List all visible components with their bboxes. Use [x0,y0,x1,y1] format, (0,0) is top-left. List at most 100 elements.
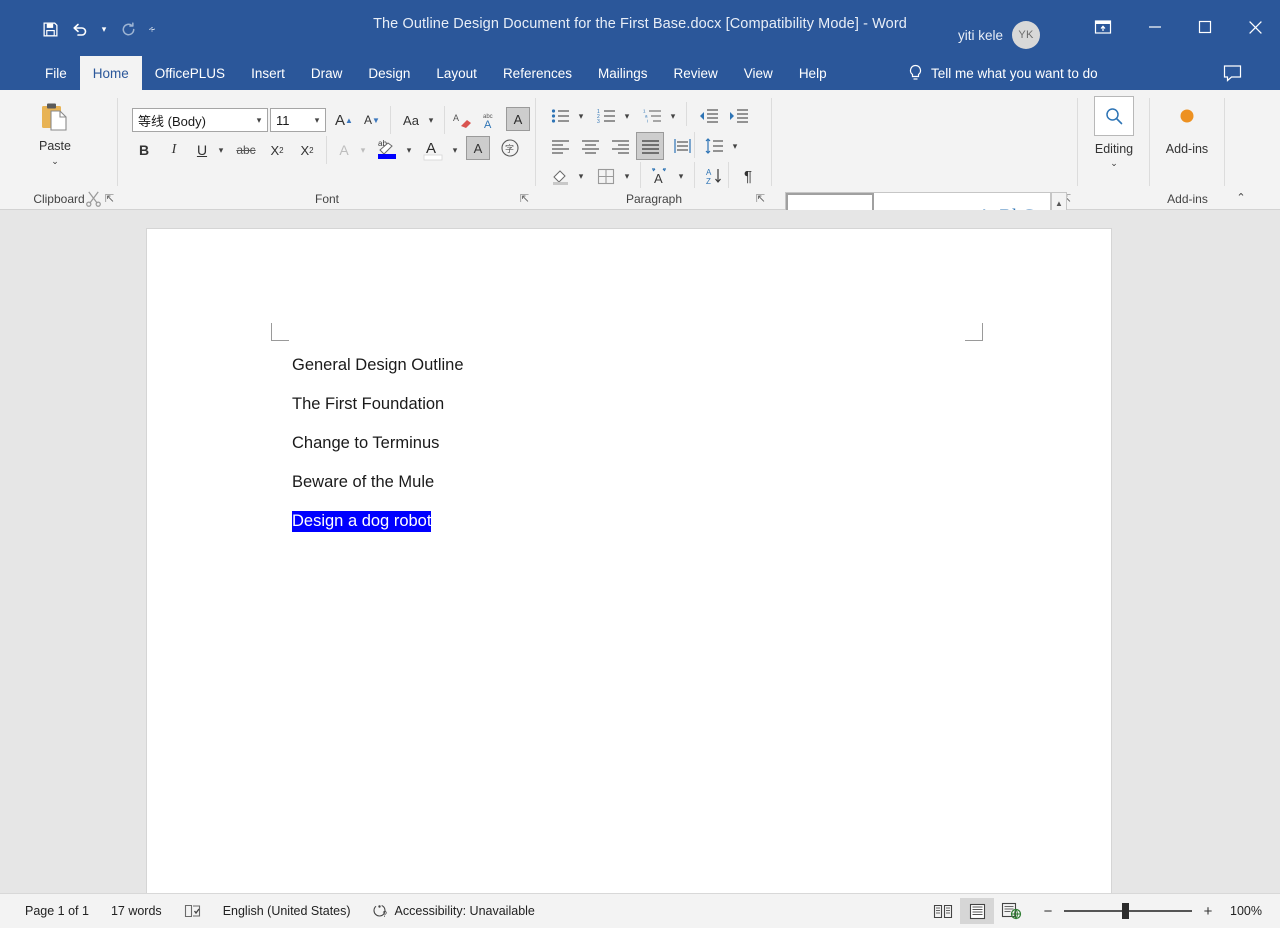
font-size-caret-icon[interactable]: ▾ [309,115,325,126]
document-line-selected[interactable]: Design a dog robot [292,511,992,532]
minimize-icon[interactable] [1130,8,1180,46]
maximize-icon[interactable] [1180,8,1230,46]
collapse-ribbon-button[interactable]: ⌃ [1230,187,1252,207]
editing-caret-icon[interactable]: ⌄ [1110,158,1118,169]
document-line[interactable]: The First Foundation [292,394,992,414]
asian-layout-button[interactable]: A [648,164,672,188]
line-spacing-button[interactable] [702,134,726,158]
word-count-status[interactable]: 17 words [111,904,162,918]
document-line[interactable]: Change to Terminus [292,433,992,453]
paste-caret-icon[interactable]: ⌄ [51,156,59,167]
strikethrough-button[interactable]: abc [232,138,260,162]
shading-button[interactable] [548,164,572,188]
subscript-button[interactable]: X2 [264,138,290,162]
zoom-slider[interactable] [1064,903,1192,919]
borders-caret-icon[interactable]: ▾ [620,164,634,188]
multilevel-list-button[interactable]: 1ai [640,104,664,128]
proofing-errors-icon[interactable] [184,903,201,919]
line-spacing-caret-icon[interactable]: ▾ [728,134,742,158]
decrease-indent-button[interactable] [696,104,720,128]
read-mode-icon[interactable] [926,898,960,924]
comments-icon[interactable] [1223,64,1242,87]
asian-layout-icon: A [652,168,666,185]
align-center-button[interactable] [578,134,602,158]
page-number-status[interactable]: Page 1 of 1 [25,904,89,918]
font-dialog-launcher[interactable]: ⇱ [518,193,531,206]
character-shading-button[interactable]: A [466,136,490,160]
highlight-caret-icon[interactable]: ▾ [402,138,416,162]
phonetic-guide-icon: abcA [483,114,493,129]
increase-indent-button[interactable] [726,104,750,128]
editing-button[interactable]: Editing ⌄ [1081,96,1147,169]
tab-file[interactable]: File [32,56,80,90]
sort-button[interactable]: AZ [702,164,726,188]
grow-font-button[interactable]: A ▲ [332,108,356,132]
tab-insert[interactable]: Insert [238,56,298,90]
italic-button[interactable]: I [162,138,186,162]
tab-home[interactable]: Home [79,56,142,90]
language-status[interactable]: English (United States) [223,904,351,918]
borders-button[interactable] [594,164,618,188]
ribbon-display-options-icon[interactable] [1076,8,1130,46]
web-layout-icon[interactable] [994,898,1028,924]
font-name-combobox[interactable]: 等线 (Body) ▾ [132,108,268,132]
tab-draw[interactable]: Draw [298,56,356,90]
font-size-combobox[interactable]: 11 ▾ [270,108,326,132]
change-case-button[interactable]: Aa [398,108,424,132]
accessibility-status[interactable]: ? Accessibility: Unavailable [372,903,535,919]
shading-caret-icon[interactable]: ▾ [574,164,588,188]
enclose-characters-button[interactable]: 字 [498,136,522,160]
numbering-caret-icon[interactable]: ▾ [620,104,634,128]
tab-help[interactable]: Help [786,56,840,90]
font-name-caret-icon[interactable]: ▾ [251,115,267,126]
document-line[interactable]: Beware of the Mule [292,472,992,492]
asian-layout-caret-icon[interactable]: ▾ [674,164,688,188]
text-highlight-color-button[interactable]: ab [374,136,400,162]
underline-button[interactable]: U [190,138,214,162]
paragraph-dialog-launcher[interactable]: ⇱ [754,193,767,206]
print-layout-icon[interactable] [960,898,994,924]
zoom-out-button[interactable]: − [1042,903,1054,920]
document-page[interactable]: General Design Outline The First Foundat… [146,228,1112,898]
tab-design[interactable]: Design [355,56,423,90]
addins-button[interactable]: Add-ins [1154,96,1220,156]
phonetic-guide-button[interactable]: abc A [478,108,502,132]
close-icon[interactable] [1230,8,1280,46]
numbering-button[interactable]: 123 [594,104,618,128]
font-color-button[interactable]: A [420,136,446,162]
bullets-button[interactable] [548,104,572,128]
status-right: − + 100% [926,894,1262,928]
zoom-slider-thumb[interactable] [1122,903,1129,919]
change-case-caret-icon[interactable]: ▾ [424,108,438,132]
bold-button[interactable]: B [132,138,156,162]
tab-view[interactable]: View [731,56,786,90]
avatar[interactable]: YK [1012,21,1040,49]
zoom-level-label[interactable]: 100% [1224,904,1262,918]
multilevel-caret-icon[interactable]: ▾ [666,104,680,128]
show-formatting-marks-button[interactable]: ¶ [736,164,760,188]
zoom-control[interactable]: − + 100% [1042,903,1262,920]
tab-references[interactable]: References [490,56,585,90]
paste-button[interactable]: Paste ⌄ [26,96,84,178]
tab-review[interactable]: Review [661,56,731,90]
account-area[interactable]: yiti kele YK [958,21,1040,49]
distributed-button[interactable] [670,134,694,158]
align-left-button[interactable] [548,134,572,158]
clear-formatting-button[interactable]: A [450,108,474,132]
tab-layout[interactable]: Layout [423,56,490,90]
superscript-button[interactable]: X2 [294,138,320,162]
tab-officeplus[interactable]: OfficePLUS [142,56,238,90]
justify-button[interactable] [636,132,664,160]
zoom-in-button[interactable]: + [1202,903,1214,920]
bullets-caret-icon[interactable]: ▾ [574,104,588,128]
document-text[interactable]: General Design Outline The First Foundat… [292,355,992,550]
character-border-button[interactable]: A [506,107,530,131]
font-color-caret-icon[interactable]: ▾ [448,138,462,162]
tell-me-search[interactable]: Tell me what you want to do [908,56,1098,90]
underline-caret-icon[interactable]: ▾ [214,138,228,162]
align-right-button[interactable] [608,134,632,158]
clipboard-dialog-launcher[interactable]: ⇱ [103,193,116,206]
document-line[interactable]: General Design Outline [292,355,992,375]
shrink-font-button[interactable]: A ▼ [360,108,384,132]
tab-mailings[interactable]: Mailings [585,56,661,90]
